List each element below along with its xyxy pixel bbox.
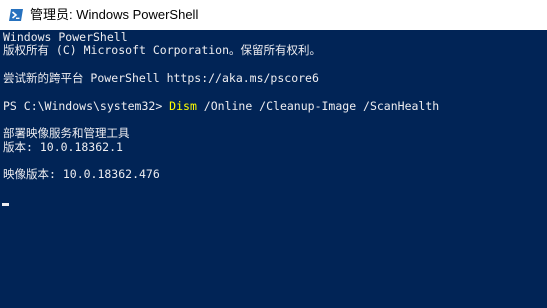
console-copyright-line: 版权所有 (C) Microsoft Corporation。保留所有权利。 (3, 43, 322, 57)
image-version-line: 映像版本: 10.0.18362.476 (3, 167, 160, 181)
console-hint-line: 尝试新的跨平台 PowerShell https://aka.ms/pscore… (3, 71, 319, 85)
tool-version-line: 版本: 10.0.18362.1 (3, 140, 123, 154)
window-title: 管理员: Windows PowerShell (30, 7, 199, 22)
command-name: Dism (169, 99, 197, 113)
tool-title-line: 部署映像服务和管理工具 (3, 126, 130, 140)
prompt-text: PS C:\Windows\system32> (3, 99, 170, 113)
powershell-icon (9, 9, 23, 21)
console-output[interactable]: Windows PowerShell 版权所有 (C) Microsoft Co… (0, 30, 547, 308)
powershell-window: 管理员: Windows PowerShell Windows PowerShe… (0, 0, 547, 308)
command-arguments: /Online /Cleanup-Image /ScanHealth (196, 99, 440, 113)
console-header-line: Windows PowerShell (3, 30, 128, 44)
title-bar[interactable]: 管理员: Windows PowerShell (0, 0, 547, 30)
text-cursor (2, 203, 9, 206)
console-command-line: PS C:\Windows\system32> Dism /Online /Cl… (3, 99, 439, 113)
